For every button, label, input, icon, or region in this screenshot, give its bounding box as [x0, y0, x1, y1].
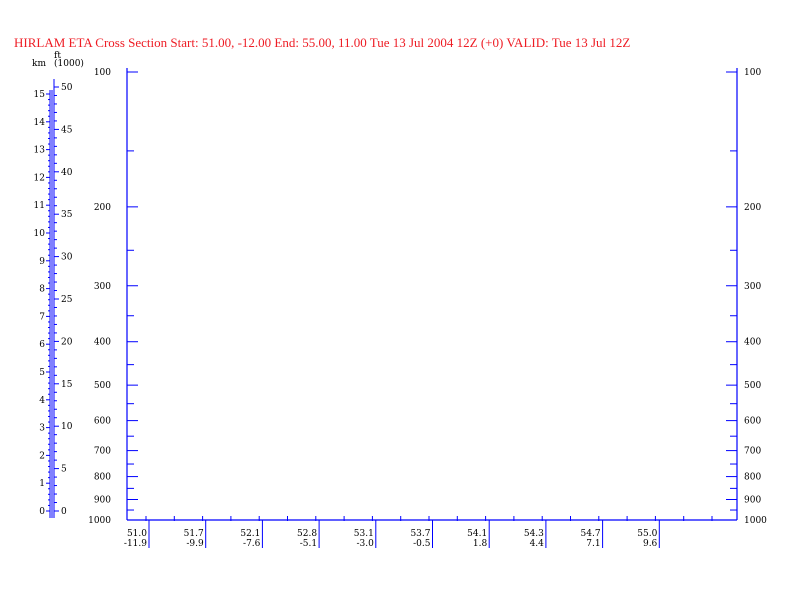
pressure-label-right: 100	[744, 68, 761, 78]
x-label-lat: 53.7	[410, 529, 430, 539]
km-label: 10	[34, 229, 46, 239]
x-label-lat: 54.7	[581, 529, 601, 539]
ft-label: 15	[61, 380, 73, 390]
pressure-label-right: 1000	[744, 516, 767, 526]
x-label-lat: 54.3	[524, 529, 544, 539]
pressure-label-left: 200	[94, 203, 111, 213]
x-label-lat: 53.1	[354, 529, 374, 539]
km-label: 1	[39, 479, 45, 489]
pressure-label-left: 400	[94, 338, 111, 348]
km-label: 11	[34, 201, 45, 211]
pressure-label-right: 200	[744, 203, 761, 213]
x-label-lat: 55.0	[637, 529, 657, 539]
pressure-label-left: 600	[94, 417, 111, 427]
pressure-label-left: 900	[94, 496, 111, 506]
pressure-label-right: 600	[744, 417, 761, 427]
pressure-label-right: 300	[744, 282, 761, 292]
ft-label: 50	[61, 83, 73, 93]
pressure-label-right: 700	[744, 447, 761, 457]
km-label: 0	[39, 507, 45, 517]
pressure-label-left: 300	[94, 282, 111, 292]
x-label-lat: 54.1	[467, 529, 487, 539]
pressure-label-left: 700	[94, 447, 111, 457]
ft-label: 25	[61, 295, 73, 305]
x-label-lon: -3.0	[356, 539, 374, 549]
km-label: 2	[39, 451, 45, 461]
x-label-lon: -5.1	[300, 539, 317, 549]
km-label: 12	[34, 173, 45, 183]
km-label: 7	[39, 312, 45, 322]
x-label-lat: 51.0	[127, 529, 147, 539]
km-label: 8	[39, 285, 45, 295]
km-unit-label: km	[32, 59, 46, 69]
ft-label: 30	[61, 253, 73, 263]
pressure-label-left: 800	[94, 473, 111, 483]
x-label-lon: 7.1	[586, 539, 600, 549]
pressure-label-right: 400	[744, 338, 761, 348]
pressure-label-left: 1000	[88, 516, 111, 526]
x-label-lon: 9.6	[643, 539, 658, 549]
ft-label: 20	[61, 337, 73, 347]
ft-label: 0	[61, 507, 67, 517]
km-label: 5	[39, 368, 45, 378]
x-label-lon: -9.9	[186, 539, 204, 549]
ft-label: 5	[61, 465, 67, 475]
ft-label: 40	[61, 168, 73, 178]
pressure-label-right: 500	[744, 381, 761, 391]
pressure-label-right: 900	[744, 496, 761, 506]
km-label: 4	[39, 396, 45, 406]
ft-label: 45	[61, 125, 73, 135]
km-label: 3	[39, 424, 45, 434]
x-label-lat: 51.7	[184, 529, 204, 539]
x-label-lat: 52.8	[297, 529, 317, 539]
x-label-lon: 4.4	[530, 539, 545, 549]
km-label: 9	[39, 257, 45, 267]
x-label-lon: -0.5	[413, 539, 431, 549]
x-label-lat: 52.1	[240, 529, 260, 539]
x-label-lon: 1.8	[473, 539, 488, 549]
x-label-lon: -7.6	[243, 539, 261, 549]
pressure-label-right: 800	[744, 473, 761, 483]
cross-section-chart: 100 100200 200300 300400 400500 500600 600700 7…	[32, 51, 767, 549]
ft-label: 10	[61, 422, 73, 432]
km-label: 15	[34, 90, 46, 100]
ft-label: 35	[61, 210, 73, 220]
x-label-lon: -11.9	[124, 539, 147, 549]
km-label: 6	[39, 340, 45, 350]
axes-layer	[46, 68, 738, 548]
km-label: 14	[34, 118, 46, 128]
ft-unit-label-2: (1000)	[54, 58, 84, 69]
pressure-label-left: 500	[94, 381, 111, 391]
labels-layer: 100 100200 200300 300400 400500 500600 600700 7…	[32, 51, 767, 549]
pressure-label-left: 100	[94, 68, 111, 78]
km-label: 13	[34, 146, 46, 156]
